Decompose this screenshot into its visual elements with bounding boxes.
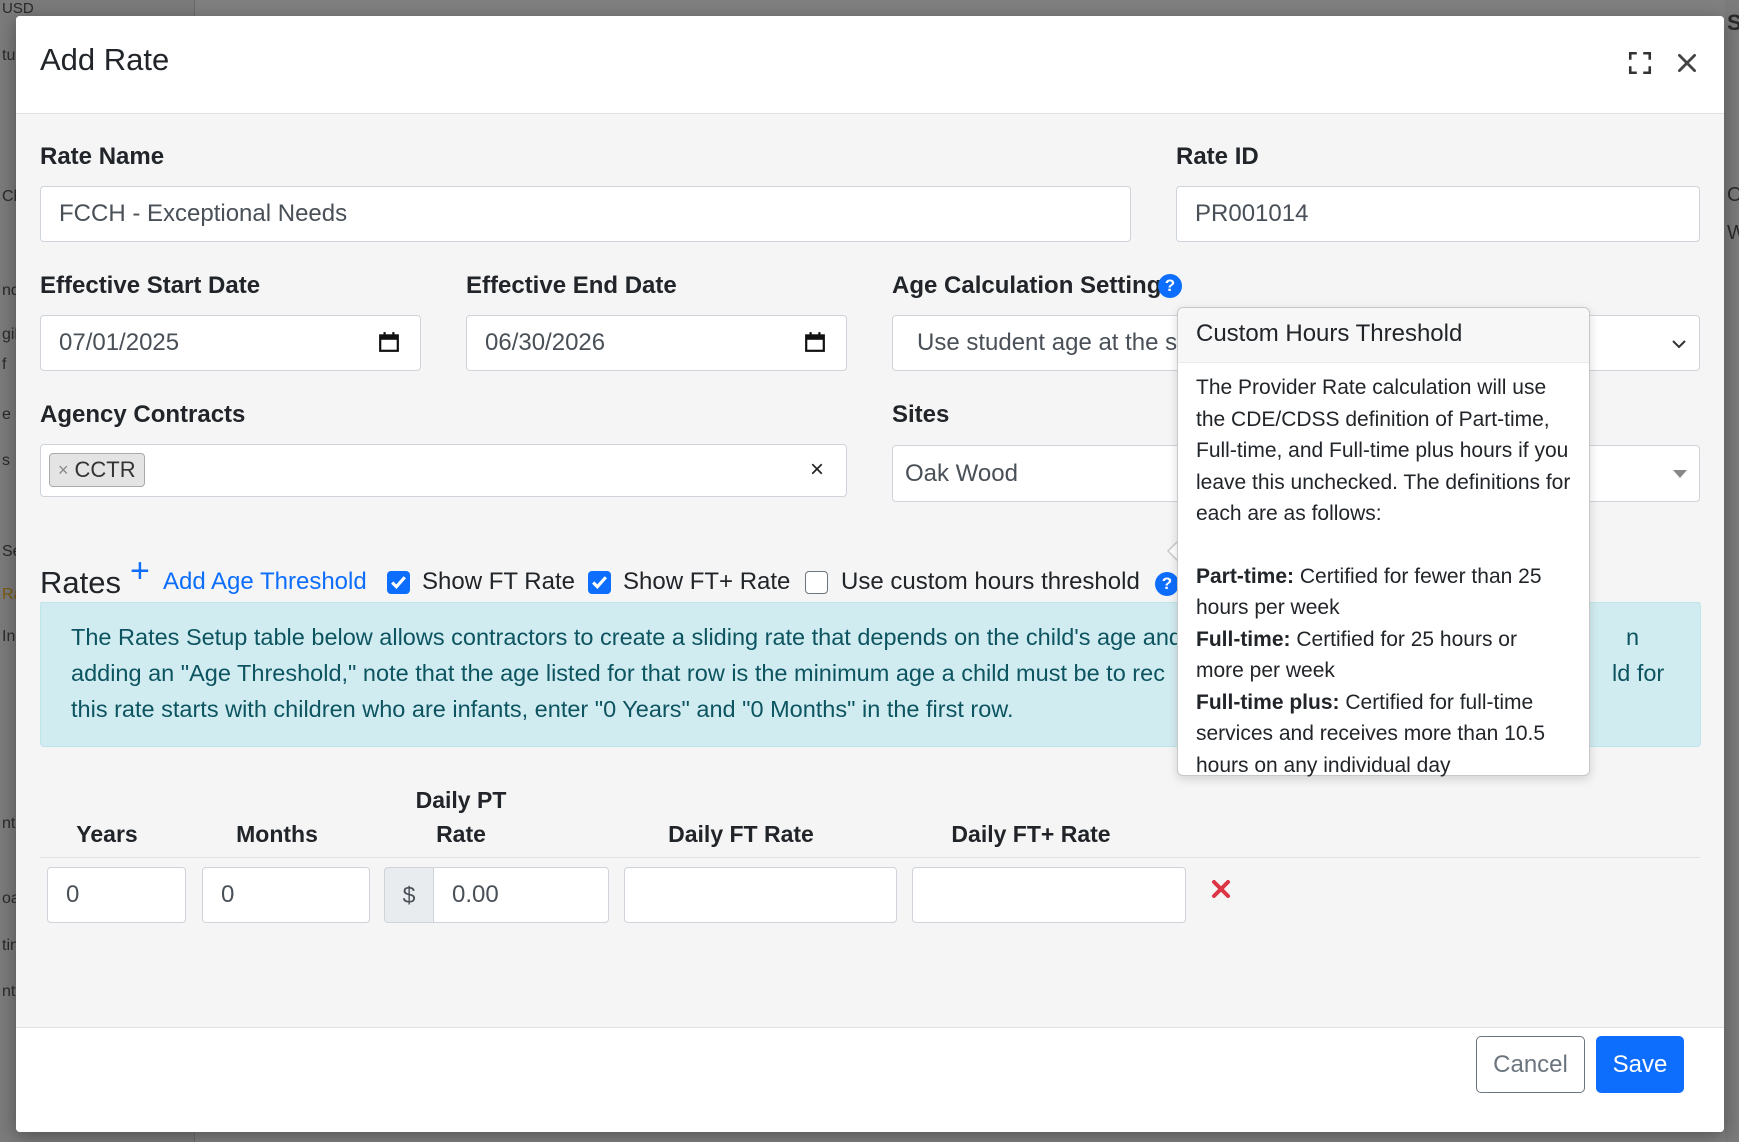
modal-header: Add Rate — [16, 16, 1724, 114]
daily-ftplus-rate-input[interactable] — [912, 867, 1186, 923]
popover-definition: Part-time: Certified for fewer than 25 — [1196, 561, 1581, 593]
definition-text: more per week — [1196, 659, 1335, 682]
background-text: O — [1727, 184, 1739, 206]
col-daily-ft-rate: Daily FT Rate — [668, 821, 814, 847]
popover-definition: Full-time plus: Certified for full-time — [1196, 687, 1581, 719]
calendar-icon[interactable] — [804, 331, 826, 353]
info-overflow-text: ld for — [1612, 660, 1665, 686]
definition-text: Certified for 25 hours or — [1296, 627, 1517, 651]
col-daily-pt: Daily PT — [415, 787, 507, 813]
popover-text: The Provider Rate calculation will use — [1196, 376, 1547, 399]
daily-pt-rate-value: 0.00 — [452, 881, 499, 908]
background-text: W — [1727, 222, 1739, 244]
col-years: Years — [76, 821, 138, 847]
background-text: s — [2, 452, 10, 469]
rate-id-value: PR001014 — [1195, 200, 1309, 227]
custom-hours-label[interactable]: Use custom hours threshold — [841, 568, 1140, 596]
popover-text: each are as follows: — [1196, 502, 1382, 525]
popover-definition: Full-time: Certified for 25 hours or — [1196, 624, 1581, 656]
popover-text: Full-time, and Full-time plus hours if y… — [1196, 439, 1569, 462]
col-months: Months — [236, 821, 318, 847]
age-setting-value: Use student age at the sta — [917, 329, 1198, 356]
show-ftplus-rate-label[interactable]: Show FT+ Rate — [623, 568, 790, 596]
start-date-value: 07/01/2025 — [59, 329, 180, 356]
popover-text: leave this unchecked. The definitions fo… — [1196, 470, 1571, 494]
end-date-label: Effective End Date — [466, 272, 677, 299]
plus-icon[interactable]: + — [130, 552, 150, 591]
background-text: S — [1727, 10, 1739, 35]
modal-title: Add Rate — [40, 42, 170, 77]
rate-name-label: Rate Name — [40, 143, 165, 170]
definition-term: Full-time: — [1196, 627, 1291, 651]
add-age-threshold-link[interactable]: Add Age Threshold — [163, 568, 367, 596]
daily-pt-rate-input[interactable]: 0.00 — [433, 867, 609, 923]
calendar-icon[interactable] — [378, 331, 400, 353]
rate-name-input[interactable]: FCCH - Exceptional Needs — [40, 186, 1131, 242]
show-ft-rate-checkbox[interactable] — [387, 571, 410, 594]
rate-id-label: Rate ID — [1176, 143, 1259, 170]
sites-value: Oak Wood — [905, 459, 1018, 487]
contract-chip[interactable]: × CCTR — [49, 453, 145, 487]
months-input[interactable]: 0 — [202, 867, 370, 923]
caret-down-icon — [1673, 470, 1687, 478]
delete-row-icon[interactable] — [1211, 879, 1231, 899]
start-date-label: Effective Start Date — [40, 272, 261, 299]
close-icon[interactable] — [1674, 50, 1700, 76]
popover-body: The Provider Rate calculation will use t… — [1196, 372, 1581, 781]
checkmark-icon — [592, 576, 607, 589]
cancel-button[interactable]: Cancel — [1476, 1036, 1585, 1093]
start-date-input[interactable]: 07/01/2025 — [40, 315, 421, 371]
rates-title: Rates — [40, 565, 121, 600]
show-ftplus-rate-checkbox[interactable] — [588, 571, 611, 594]
background-text: In — [2, 628, 16, 645]
save-button[interactable]: Save — [1596, 1036, 1684, 1093]
checkmark-icon — [391, 576, 406, 589]
definition-text: hours on any individual day — [1196, 753, 1451, 777]
chip-remove-icon[interactable]: × — [58, 460, 69, 481]
definition-text: hours per week — [1196, 596, 1340, 619]
background-right-edge — [1725, 0, 1739, 1142]
definition-text: Certified for full-time — [1345, 690, 1534, 714]
info-overflow-text: n — [1626, 624, 1640, 650]
currency-prefix: $ — [384, 867, 434, 923]
help-icon[interactable]: ? — [1158, 274, 1182, 298]
years-value: 0 — [66, 881, 80, 908]
agency-contracts-select[interactable]: × CCTR × — [40, 444, 847, 497]
definition-term: Full-time plus: — [1196, 690, 1340, 714]
contract-chip-label: CCTR — [74, 457, 136, 482]
end-date-input[interactable]: 06/30/2026 — [466, 315, 847, 371]
background-text: tu — [2, 47, 16, 64]
months-value: 0 — [221, 881, 235, 908]
background-text: f — [2, 356, 7, 373]
custom-hours-popover: Custom Hours Threshold The Provider Rate… — [1177, 307, 1590, 777]
popover-text: the CDE/CDSS definition of Part-time, — [1196, 407, 1550, 431]
definition-term: Part-time: — [1196, 564, 1295, 588]
daily-ft-rate-input[interactable] — [624, 867, 897, 923]
show-ft-rate-label[interactable]: Show FT Rate — [422, 568, 575, 596]
custom-hours-checkbox[interactable] — [805, 571, 828, 594]
rate-id-input[interactable]: PR001014 — [1176, 186, 1700, 242]
definition-text: services and receives more than 10.5 — [1196, 722, 1546, 745]
background-text: e — [2, 406, 11, 423]
table-header-divider — [40, 857, 1700, 858]
end-date-value: 06/30/2026 — [485, 329, 606, 356]
years-input[interactable]: 0 — [47, 867, 186, 923]
rate-name-value: FCCH - Exceptional Needs — [59, 200, 348, 227]
modal-footer — [16, 1027, 1724, 1132]
chevron-down-icon — [1672, 340, 1686, 349]
clear-selection-icon[interactable]: × — [810, 456, 824, 484]
background-text: USD — [2, 0, 34, 17]
popover-title: Custom Hours Threshold — [1178, 308, 1589, 363]
age-setting-label: Age Calculation Setting — [892, 272, 1162, 299]
col-daily-pt-rate: Rate — [436, 821, 486, 847]
definition-text: Certified for fewer than 25 — [1299, 564, 1542, 588]
maximize-icon[interactable] — [1627, 50, 1653, 76]
help-icon[interactable]: ? — [1155, 572, 1179, 596]
col-daily-ftplus-rate: Daily FT+ Rate — [951, 821, 1111, 847]
agency-contracts-label: Agency Contracts — [40, 401, 246, 428]
sites-label: Sites — [892, 401, 950, 428]
